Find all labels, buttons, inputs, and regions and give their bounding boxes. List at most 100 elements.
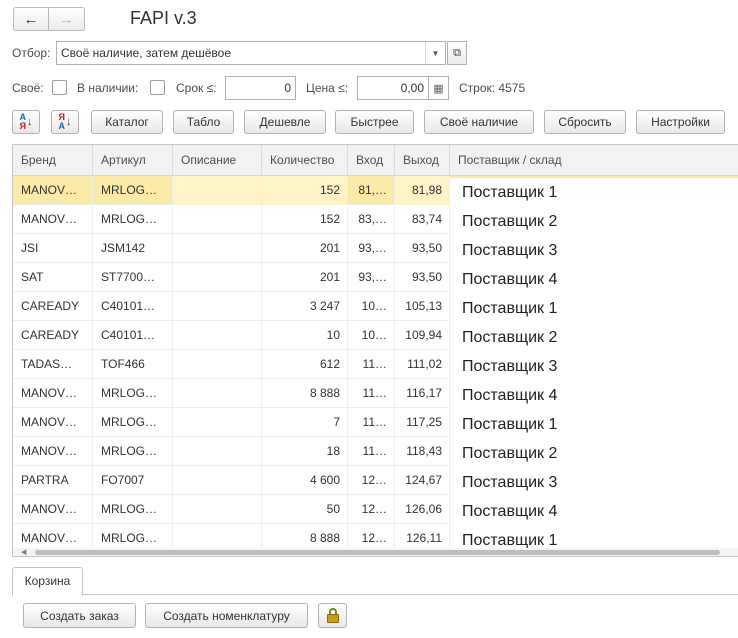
cell-brand: PARTRA	[13, 466, 93, 495]
table-row[interactable]: CAREADY C40101… 10 10… 109,94 Поставщик 2	[13, 321, 738, 352]
column-header-supplier[interactable]: Поставщик / склад	[450, 145, 738, 176]
cell-out: 93,50	[395, 263, 450, 292]
sort-desc-icon: ЯА	[58, 112, 66, 131]
column-header-quantity[interactable]: Количество	[262, 145, 348, 176]
results-table[interactable]: Бренд Артикул Описание Количество Вход В…	[12, 144, 738, 557]
sort-asc-icon: АЯ	[19, 112, 27, 131]
open-window-icon: ⧉	[453, 46, 461, 59]
cell-supplier: Поставщик 1	[450, 410, 738, 439]
cell-out: 105,13	[395, 292, 450, 321]
back-button[interactable]: ←	[13, 7, 49, 31]
cell-supplier: Поставщик 3	[450, 236, 738, 265]
create-order-button[interactable]: Создать заказ	[23, 603, 136, 628]
cell-description	[173, 437, 262, 466]
table-row[interactable]: MANOV… MRLOG… 152 83,… 83,74 Поставщик 2	[13, 205, 738, 236]
cell-out: 116,17	[395, 379, 450, 408]
column-header-article[interactable]: Артикул	[93, 145, 173, 176]
filter-select[interactable]: Своё наличие, затем дешёвое ▼	[56, 41, 446, 65]
board-button[interactable]: Табло	[173, 110, 234, 134]
cell-out: 126,06	[395, 495, 450, 524]
table-row[interactable]: MANOV… MRLOG… 152 81,… 81,98 Поставщик 1	[13, 176, 738, 207]
table-row[interactable]: MANOV… MRLOG… 50 12… 126,06 Поставщик 4	[13, 495, 738, 526]
cell-brand: MANOV…	[13, 408, 93, 437]
cell-quantity: 152	[262, 176, 348, 205]
cell-out: 81,98	[395, 176, 450, 205]
forward-button[interactable]: →	[49, 7, 85, 31]
cell-brand: MANOV…	[13, 437, 93, 466]
catalog-button[interactable]: Каталог	[91, 110, 163, 134]
sort-desc-button[interactable]: Я А ↓	[51, 110, 79, 134]
cell-article: MRLOG…	[93, 408, 173, 437]
cell-article: MRLOG…	[93, 176, 173, 205]
tab-cart[interactable]: Корзина	[12, 567, 83, 596]
table-row[interactable]: SAT ST7700… 201 93,… 93,50 Поставщик 4	[13, 263, 738, 294]
scroll-left-icon[interactable]: ◀	[21, 548, 26, 556]
own-stock-button[interactable]: Своё наличие	[424, 110, 534, 134]
arrow-left-icon: ←	[23, 10, 39, 28]
cheaper-button[interactable]: Дешевле	[244, 110, 326, 134]
cell-article: MRLOG…	[93, 495, 173, 524]
table-header: Бренд Артикул Описание Количество Вход В…	[13, 145, 738, 176]
cell-out: 111,02	[395, 350, 450, 379]
cell-quantity: 8 888	[262, 379, 348, 408]
table-row[interactable]: TADAS… TOF466 612 11… 111,02 Поставщик 3	[13, 350, 738, 381]
cell-description	[173, 495, 262, 524]
faster-button[interactable]: Быстрее	[335, 110, 414, 134]
own-checkbox[interactable]	[52, 80, 67, 95]
cell-out: 118,43	[395, 437, 450, 466]
cell-in: 93,…	[348, 234, 395, 263]
price-input[interactable]: 0,00	[357, 76, 429, 100]
lock-button[interactable]	[318, 603, 347, 628]
column-header-description[interactable]: Описание	[173, 145, 262, 176]
horizontal-scrollbar[interactable]: ◀	[13, 548, 738, 556]
sort-asc-button[interactable]: А Я ↓	[12, 110, 40, 134]
open-filter-button[interactable]: ⧉	[447, 41, 467, 65]
cell-out: 109,94	[395, 321, 450, 350]
cell-out: 124,67	[395, 466, 450, 495]
cell-description	[173, 321, 262, 350]
cell-supplier: Поставщик 3	[450, 468, 738, 497]
cell-supplier: Поставщик 1	[450, 294, 738, 323]
arrow-right-icon: →	[59, 10, 74, 28]
cell-supplier: Поставщик 2	[450, 439, 738, 468]
settings-button[interactable]: Настройки	[636, 110, 725, 134]
cell-in: 83,…	[348, 205, 395, 234]
cell-quantity: 201	[262, 234, 348, 263]
term-input[interactable]: 0	[225, 76, 296, 100]
cell-brand: MANOV…	[13, 205, 93, 234]
cell-supplier: Поставщик 4	[450, 381, 738, 410]
cell-brand: JSI	[13, 234, 93, 263]
cell-article: MRLOG…	[93, 437, 173, 466]
scrollbar-thumb[interactable]	[35, 550, 720, 555]
column-header-in[interactable]: Вход	[348, 145, 395, 176]
table-row[interactable]: PARTRA FO7007 4 600 12… 124,67 Поставщик 3	[13, 466, 738, 497]
tab-bar: Корзина	[12, 567, 738, 596]
cell-article: ST7700…	[93, 263, 173, 292]
cell-out: 93,50	[395, 234, 450, 263]
cell-article: MRLOG…	[93, 379, 173, 408]
cell-description	[173, 205, 262, 234]
cell-quantity: 50	[262, 495, 348, 524]
cell-description	[173, 466, 262, 495]
table-row[interactable]: MANOV… MRLOG… 7 11… 117,25 Поставщик 1	[13, 408, 738, 439]
create-item-button[interactable]: Создать номенклатуру	[145, 603, 308, 628]
instock-checkbox[interactable]	[150, 80, 165, 95]
cell-quantity: 3 247	[262, 292, 348, 321]
cell-supplier: Поставщик 3	[450, 352, 738, 381]
cell-quantity: 201	[262, 263, 348, 292]
reset-button[interactable]: Сбросить	[544, 110, 626, 134]
cell-article: FO7007	[93, 466, 173, 495]
chevron-down-icon[interactable]: ▼	[425, 42, 445, 64]
column-header-brand[interactable]: Бренд	[13, 145, 93, 176]
cell-in: 93,…	[348, 263, 395, 292]
calculator-button[interactable]: ▦	[429, 76, 449, 100]
table-row[interactable]: JSI JSM142 201 93,… 93,50 Поставщик 3	[13, 234, 738, 265]
cell-description	[173, 263, 262, 292]
column-header-out[interactable]: Выход	[395, 145, 450, 176]
table-row[interactable]: MANOV… MRLOG… 18 11… 118,43 Поставщик 2	[13, 437, 738, 468]
instock-label: В наличии:	[77, 81, 139, 95]
cell-brand: TADAS…	[13, 350, 93, 379]
table-row[interactable]: CAREADY C40101… 3 247 10… 105,13 Поставщик 1	[13, 292, 738, 323]
rows-count: Строк: 4575	[459, 81, 526, 95]
table-row[interactable]: MANOV… MRLOG… 8 888 11… 116,17 Поставщик 4	[13, 379, 738, 410]
